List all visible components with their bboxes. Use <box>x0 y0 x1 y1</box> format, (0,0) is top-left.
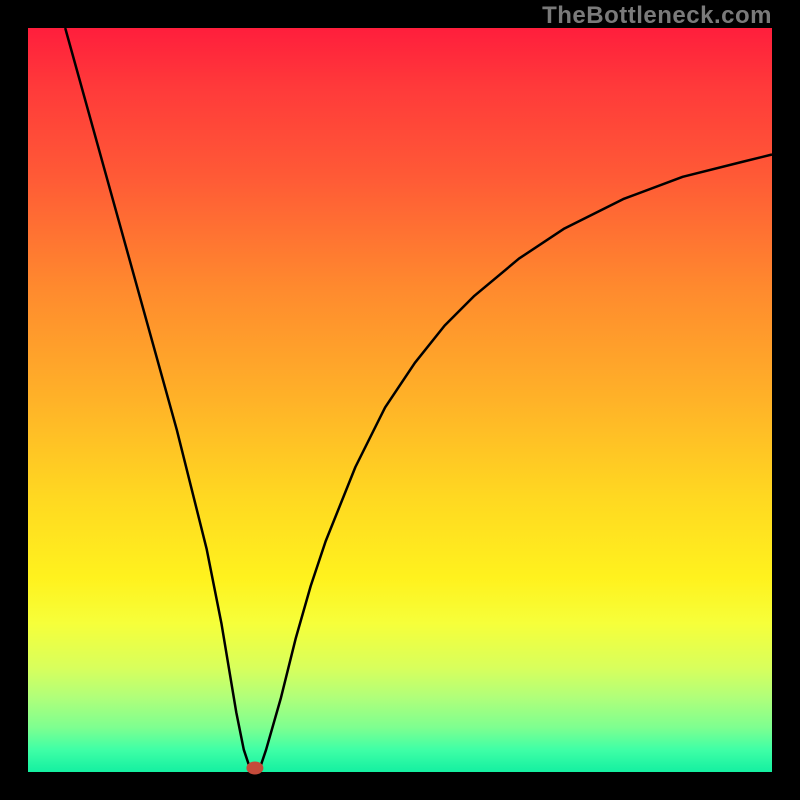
plot-area <box>28 28 772 772</box>
watermark-text: TheBottleneck.com <box>542 2 772 30</box>
chart-frame: TheBottleneck.com <box>0 0 800 800</box>
curve-overlay <box>28 28 772 772</box>
bottleneck-curve <box>65 28 772 772</box>
optimal-point-marker <box>247 762 263 774</box>
